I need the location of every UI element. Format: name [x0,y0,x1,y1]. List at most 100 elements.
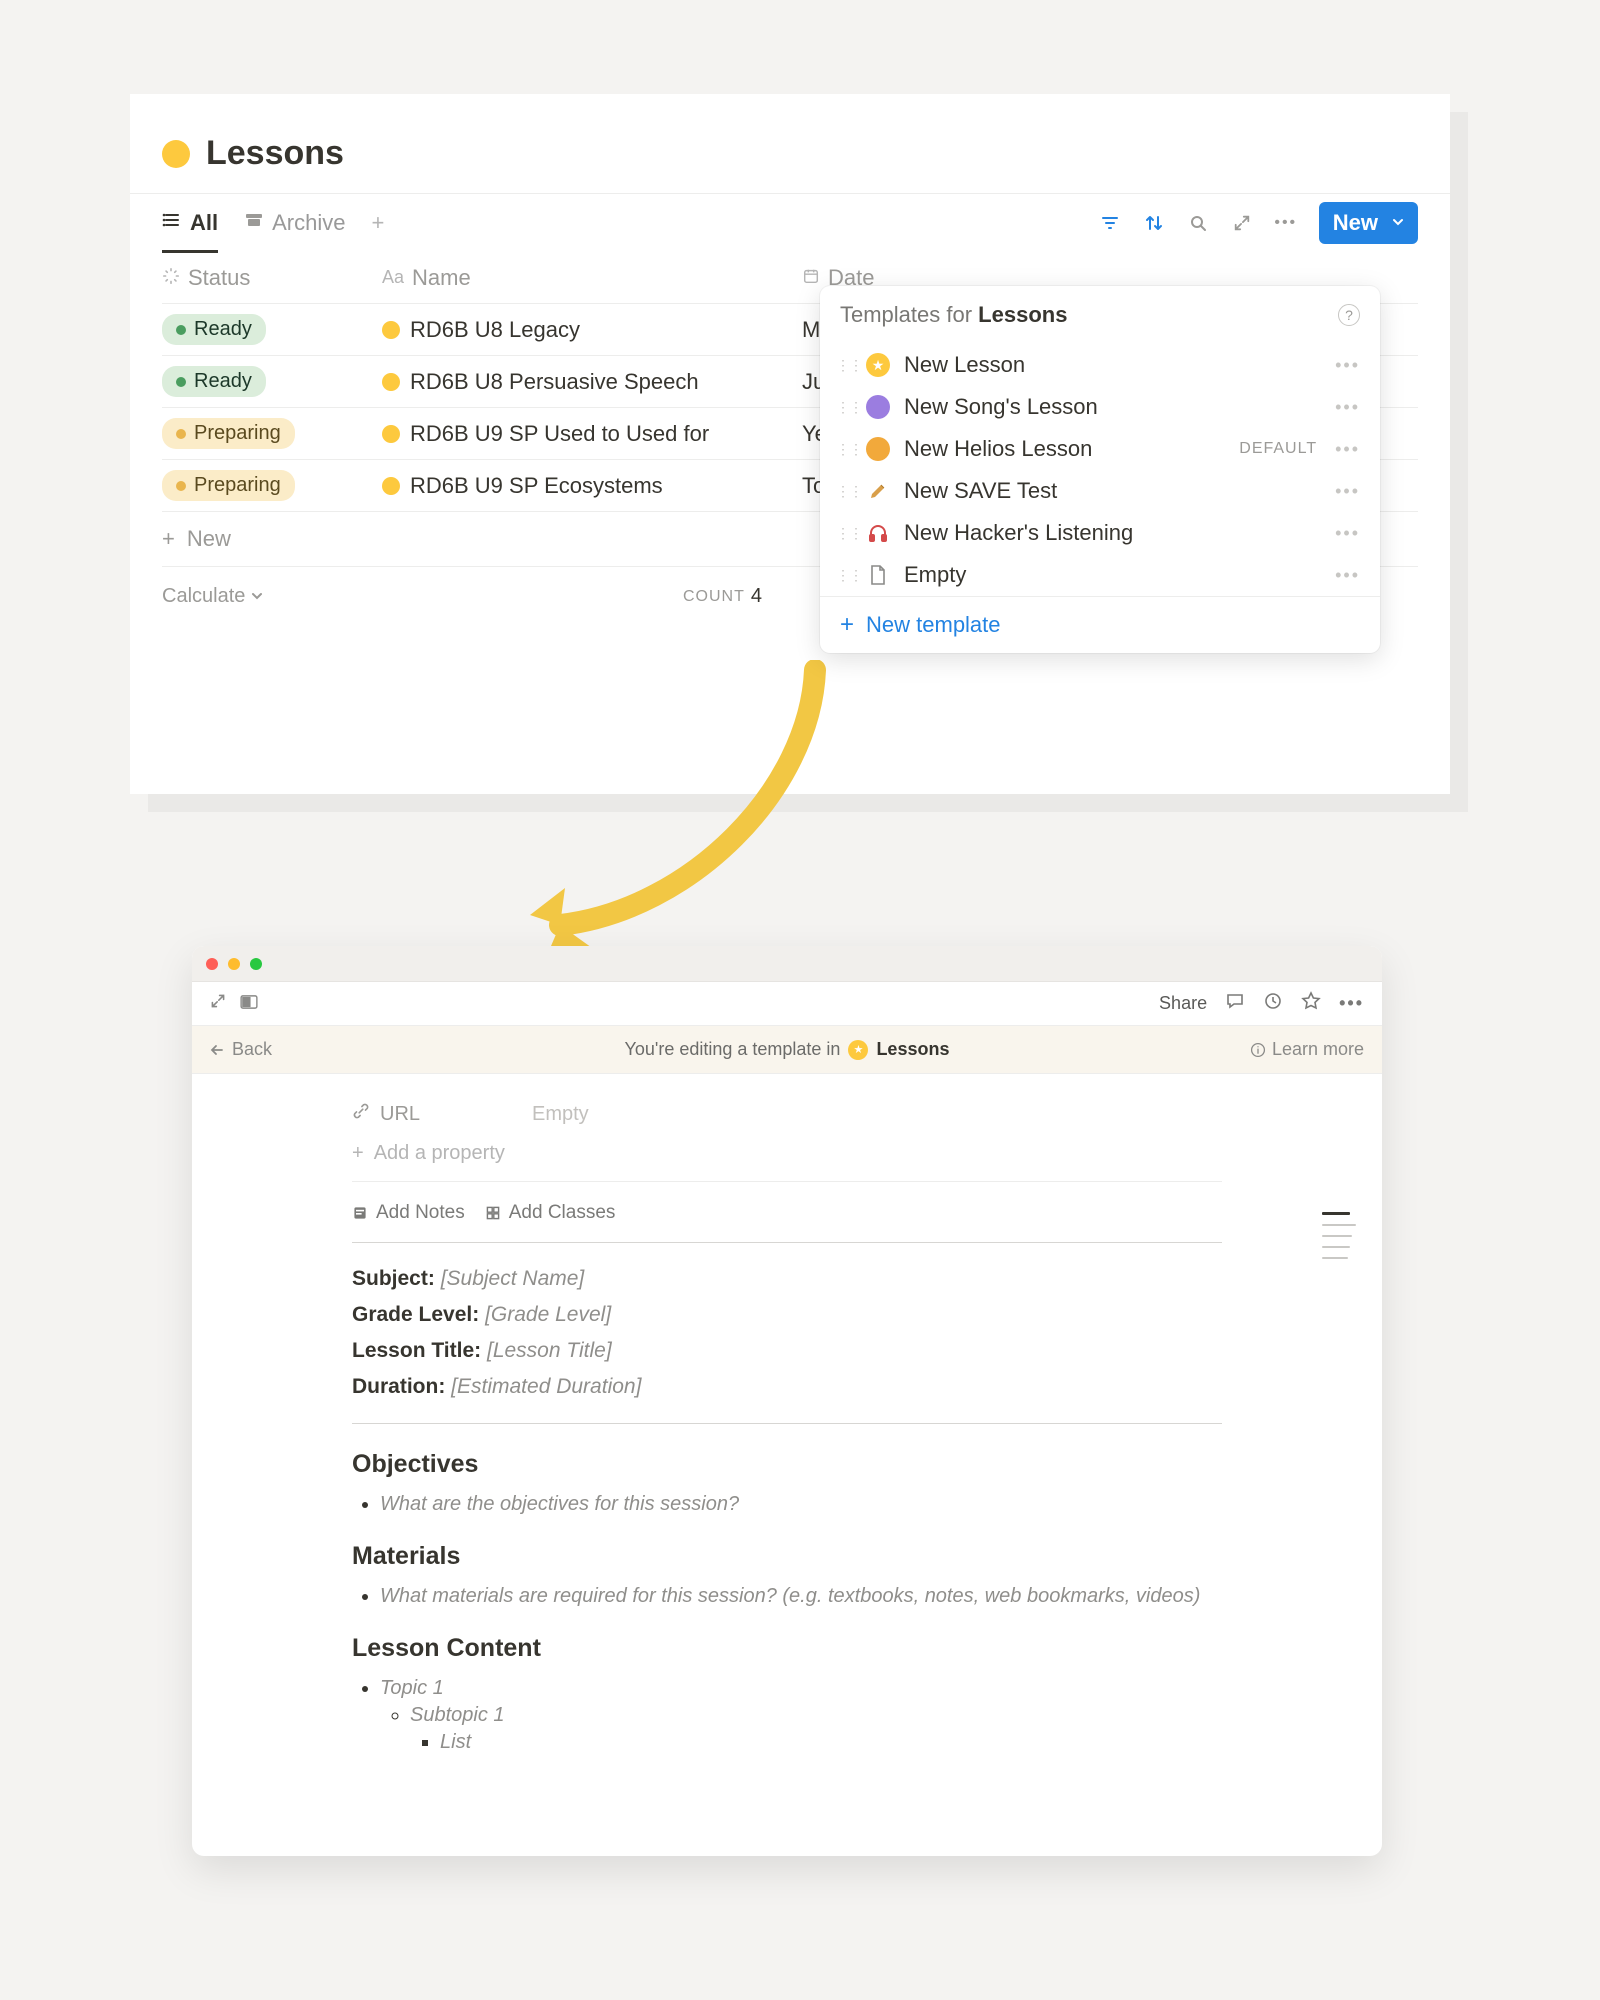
page-icon [866,563,890,587]
search-icon[interactable] [1187,212,1209,234]
drag-handle-icon[interactable]: ⋮⋮ [836,567,852,584]
pencil-icon [866,479,890,503]
view-tab-label: All [190,210,218,236]
more-icon[interactable]: ••• [1331,565,1364,586]
page-icon [382,373,400,391]
back-button[interactable]: Back [210,1039,625,1060]
template-label: Empty [904,562,1317,588]
drag-handle-icon[interactable]: ⋮⋮ [836,441,852,458]
toolbar-right: ••• New [1099,202,1418,244]
share-button[interactable]: Share [1159,993,1207,1014]
expand-icon[interactable] [210,993,226,1014]
new-button-label: New [1333,210,1378,236]
more-icon[interactable]: ••• [1339,993,1364,1014]
add-notes-button[interactable]: Add Notes [352,1202,465,1224]
section-objectives[interactable]: Objectives [352,1450,1222,1479]
page-icon [848,1040,868,1060]
status-badge: Ready [162,314,266,345]
page-icon [382,477,400,495]
more-icon[interactable]: ••• [1275,212,1297,234]
template-label: New Song's Lesson [904,394,1317,420]
name-col-icon: Aa [382,267,404,288]
more-icon[interactable]: ••• [1331,397,1364,418]
views-toolbar: All Archive + ••• [130,194,1450,252]
template-label: New Helios Lesson [904,436,1225,462]
template-item[interactable]: ⋮⋮ New Song's Lesson ••• [820,386,1380,428]
more-icon[interactable]: ••• [1331,355,1364,376]
headphones-icon [866,521,890,545]
lesson-icon [866,437,890,461]
row-name: RD6B U9 SP Ecosystems [410,473,663,499]
star-icon[interactable] [1301,991,1321,1016]
new-button[interactable]: New [1319,202,1418,244]
row-name: RD6B U8 Persuasive Speech [410,369,699,395]
col-name[interactable]: Aa Name [382,265,802,291]
row-name: RD6B U8 Legacy [410,317,580,343]
banner-message: You're editing a template in Lessons [625,1039,950,1060]
window-titlebar [192,946,1382,982]
window-minimize-button[interactable] [228,958,240,970]
template-item[interactable]: ⋮⋮ New Lesson ••• [820,344,1380,386]
page-title: Lessons [206,134,344,173]
window-zoom-button[interactable] [250,958,262,970]
plus-icon: + [162,526,175,552]
plus-icon: + [840,611,854,639]
row-name: RD6B U9 SP Used to Used for [410,421,709,447]
help-icon[interactable]: ? [1338,304,1360,326]
template-label: New Lesson [904,352,1317,378]
chevron-down-icon[interactable] [1392,215,1404,231]
status-badge: Preparing [162,418,295,449]
section-materials[interactable]: Materials [352,1542,1222,1571]
chevron-down-icon [251,585,263,608]
sort-icon[interactable] [1143,212,1165,234]
section-lesson-content[interactable]: Lesson Content [352,1634,1222,1663]
quick-actions: Add Notes Add Classes [352,1202,1222,1242]
status-badge: Preparing [162,470,295,501]
view-tab-archive[interactable]: Archive [244,196,345,250]
meta-block[interactable]: Subject: [Subject Name] Grade Level: [Gr… [352,1242,1222,1424]
learn-more-link[interactable]: Learn more [1250,1039,1364,1060]
drag-handle-icon[interactable]: ⋮⋮ [836,525,852,542]
clock-icon[interactable] [1263,991,1283,1016]
template-item[interactable]: ⋮⋮New SAVE Test••• [820,470,1380,512]
lesson-icon [866,353,890,377]
add-classes-button[interactable]: Add Classes [485,1202,616,1224]
default-badge: DEFAULT [1239,440,1317,458]
more-icon[interactable]: ••• [1331,523,1364,544]
editor-topbar: Share ••• [192,982,1382,1026]
property-row-url[interactable]: URL Empty [352,1096,1222,1132]
calculate-button[interactable]: Calculate [162,585,382,608]
more-icon[interactable]: ••• [1331,481,1364,502]
more-icon[interactable]: ••• [1331,439,1364,460]
link-icon [352,1102,370,1126]
drag-handle-icon[interactable]: ⋮⋮ [836,483,852,500]
add-property-button[interactable]: + Add a property [352,1132,1222,1182]
window-close-button[interactable] [206,958,218,970]
drag-handle-icon[interactable]: ⋮⋮ [836,357,852,374]
page-icon [382,321,400,339]
view-tab-all[interactable]: All [162,196,218,253]
date-col-icon [802,265,820,291]
filter-icon[interactable] [1099,212,1121,234]
template-label: New Hacker's Listening [904,520,1317,546]
new-template-button[interactable]: + New template [820,596,1380,653]
template-banner: Back You're editing a template in Lesson… [192,1026,1382,1074]
expand-icon[interactable] [1231,212,1253,234]
col-status[interactable]: Status [162,265,382,291]
view-tabs: All Archive + [162,196,384,251]
add-view-button[interactable]: + [371,210,384,236]
template-item[interactable]: ⋮⋮ New Helios Lesson DEFAULT ••• [820,428,1380,470]
plus-icon: + [352,1142,364,1165]
peek-icon[interactable] [240,993,258,1014]
template-item[interactable]: ⋮⋮ Empty ••• [820,554,1380,596]
page-icon [162,140,190,168]
view-tab-label: Archive [272,210,345,236]
drag-handle-icon[interactable]: ⋮⋮ [836,399,852,416]
status-col-icon [162,265,180,291]
minimap[interactable] [1322,1212,1356,1259]
comments-icon[interactable] [1225,991,1245,1016]
page-header: Lessons [130,94,1450,194]
template-item[interactable]: ⋮⋮ New Hacker's Listening ••• [820,512,1380,554]
page-icon [382,425,400,443]
archive-icon [244,210,264,236]
